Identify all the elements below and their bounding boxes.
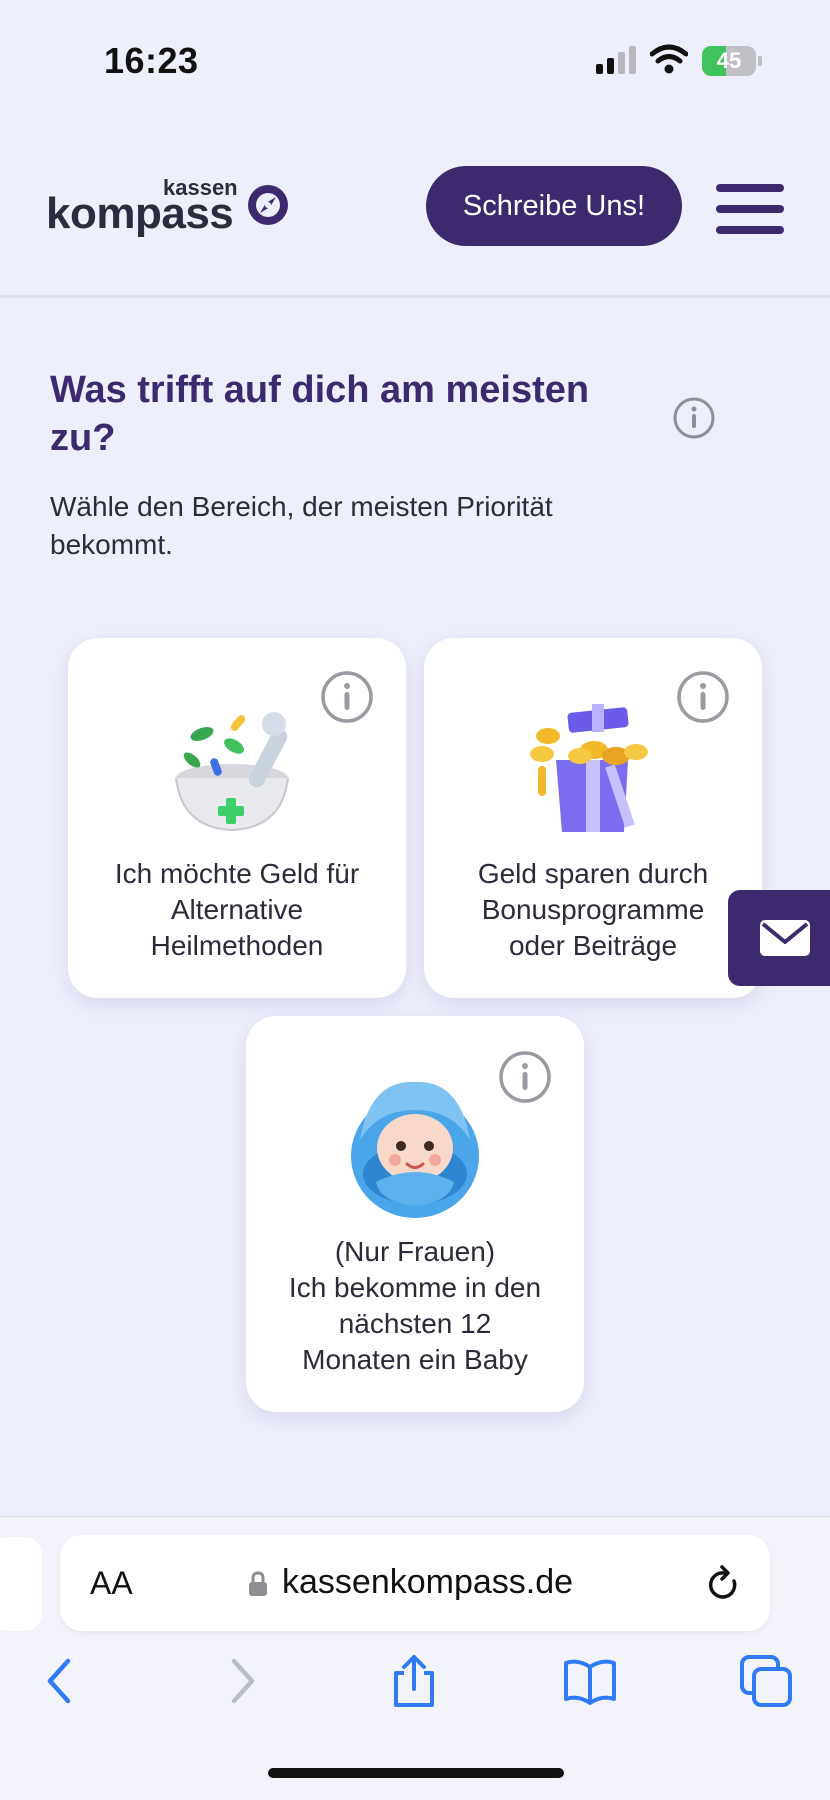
contact-mail-button[interactable] [728,890,830,986]
previous-tab[interactable] [0,1537,42,1631]
text-size-label: AA [90,1565,133,1601]
mortar-pestle-icon [175,712,289,832]
browser-toolbar: AA kassenkompass.de [0,1516,830,1800]
option-card-bonus-programs[interactable]: Geld sparen durch Bonusprogramme oder Be… [424,638,762,998]
info-icon[interactable] [498,1050,552,1104]
text-size-button[interactable]: AA [90,1565,133,1602]
forward-icon[interactable] [214,1655,266,1707]
card-label: Ich möchte Geld für Alternative Heilmeth… [114,858,360,961]
option-card-baby[interactable]: (Nur Frauen) Ich bekomme in den nächsten… [246,1016,584,1412]
url-text: kassenkompass.de [282,1563,574,1601]
question-subtitle: Wähle den Bereich, der meisten Priorität… [50,491,553,560]
compass-logo-icon [248,185,288,225]
battery-icon: 45 [702,46,762,76]
baby-icon [351,1081,479,1218]
wifi-icon [650,44,688,74]
mail-icon [760,920,810,956]
share-icon[interactable] [388,1655,440,1707]
bookmarks-icon[interactable] [564,1655,616,1707]
card-label: Geld sparen durch Bonusprogramme oder Be… [477,858,709,961]
back-icon[interactable] [36,1655,88,1707]
hamburger-menu-icon[interactable] [716,184,784,234]
status-bar: 16:23 45 [0,0,830,120]
logo[interactable]: kassen kompass [46,175,296,245]
site-header: kassen kompass Schreibe Uns! [0,120,830,298]
info-icon[interactable] [320,670,374,724]
logo-big-text: kompass [46,189,234,238]
question-title: Was trifft auf dich am meisten zu? [50,369,590,459]
reload-icon[interactable] [706,1565,742,1603]
battery-level: 45 [716,48,742,73]
tabs-icon[interactable] [740,1655,792,1707]
gift-box-coins-icon [530,704,648,832]
address-bar[interactable]: AA kassenkompass.de [60,1535,770,1631]
lock-icon [249,1571,267,1596]
home-indicator [268,1768,564,1778]
info-icon[interactable] [676,670,730,724]
info-icon[interactable] [673,397,715,439]
status-time: 16:23 [104,40,199,81]
cellular-signal-icon [596,46,636,74]
option-card-alternative-medicine[interactable]: Ich möchte Geld für Alternative Heilmeth… [68,638,406,998]
write-us-button[interactable]: Schreibe Uns! [426,166,682,246]
card-label: (Nur Frauen) Ich bekomme in den nächsten… [288,1236,542,1375]
